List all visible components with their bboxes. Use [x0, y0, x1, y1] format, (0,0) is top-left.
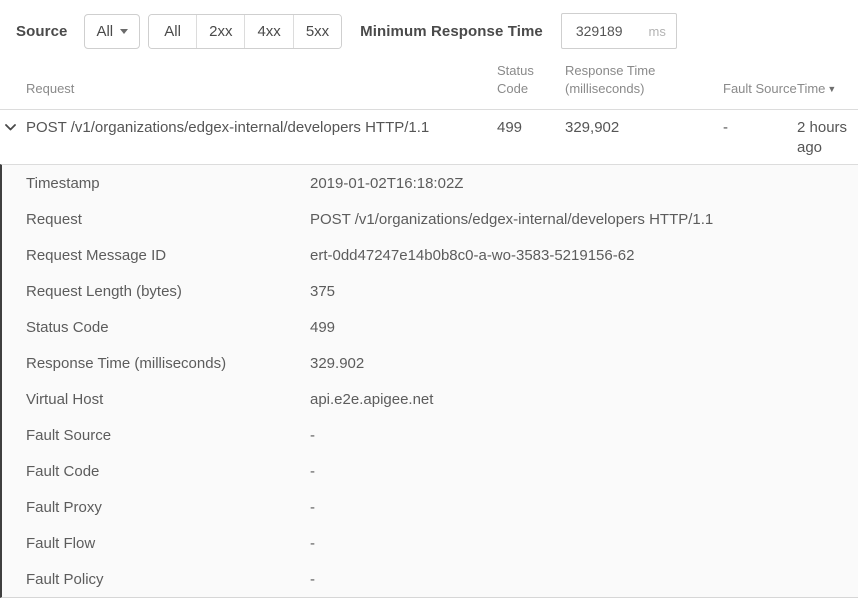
- detail-value: -: [310, 463, 858, 480]
- row-time: 2 hours ago: [797, 118, 858, 158]
- detail-value: -: [310, 535, 858, 552]
- detail-label: Timestamp: [26, 175, 310, 192]
- column-header-status-code[interactable]: Status Code: [497, 62, 565, 98]
- detail-row: Fault Code -: [2, 453, 858, 489]
- detail-value: 2019-01-02T16:18:02Z: [310, 175, 858, 192]
- detail-label: Request Message ID: [26, 247, 310, 264]
- table-header: Request Status Code Response Time (milli…: [0, 62, 858, 110]
- row-status-code: 499: [497, 118, 565, 138]
- detail-value: api.e2e.apigee.net: [310, 391, 858, 408]
- detail-value: -: [310, 571, 858, 588]
- source-label: Source: [16, 23, 67, 40]
- filter-bar: Source All All2xx4xx5xx Minimum Response…: [0, 0, 858, 62]
- detail-value: 375: [310, 283, 858, 300]
- detail-label: Fault Proxy: [26, 499, 310, 516]
- detail-section: Timestamp 2019-01-02T16:18:02Z Request P…: [0, 164, 858, 598]
- detail-row: Fault Source -: [2, 417, 858, 453]
- table-row[interactable]: POST /v1/organizations/edgex-internal/de…: [0, 110, 858, 164]
- detail-row: Fault Policy -: [2, 561, 858, 597]
- ms-unit-label: ms: [642, 24, 666, 39]
- min-response-time-label: Minimum Response Time: [360, 23, 543, 40]
- status-filter-all[interactable]: All: [149, 15, 196, 48]
- detail-value: -: [310, 499, 858, 516]
- min-response-time-field: ms: [561, 13, 677, 49]
- detail-value: 329.902: [310, 355, 858, 372]
- min-response-time-input[interactable]: [576, 23, 642, 39]
- source-dropdown-value: All: [96, 23, 113, 40]
- detail-label: Status Code: [26, 319, 310, 336]
- sort-desc-icon: ▼: [827, 84, 836, 94]
- column-header-response-time[interactable]: Response Time (milliseconds): [565, 62, 723, 98]
- detail-row: Fault Flow -: [2, 525, 858, 561]
- detail-label: Virtual Host: [26, 391, 310, 408]
- detail-label: Fault Source: [26, 427, 310, 444]
- detail-row: Request Message ID ert-0dd47247e14b0b8c0…: [2, 237, 858, 273]
- detail-row: Request Length (bytes) 375: [2, 273, 858, 309]
- detail-label: Fault Flow: [26, 535, 310, 552]
- status-filter-4xx[interactable]: 4xx: [244, 15, 292, 48]
- column-header-fault-source[interactable]: Fault Source: [723, 80, 797, 98]
- detail-value: -: [310, 427, 858, 444]
- status-filter-group: All2xx4xx5xx: [148, 14, 342, 49]
- row-response-time: 329,902: [565, 118, 723, 138]
- detail-row: Timestamp 2019-01-02T16:18:02Z: [2, 165, 858, 201]
- chevron-down-icon[interactable]: [3, 117, 17, 137]
- detail-label: Request: [26, 211, 310, 228]
- status-filter-2xx[interactable]: 2xx: [196, 15, 244, 48]
- row-request: POST /v1/organizations/edgex-internal/de…: [26, 118, 497, 138]
- detail-value: ert-0dd47247e14b0b8c0-a-wo-3583-5219156-…: [310, 247, 858, 264]
- status-filter-5xx[interactable]: 5xx: [293, 15, 341, 48]
- caret-down-icon: [120, 29, 128, 34]
- detail-row: Virtual Host api.e2e.apigee.net: [2, 381, 858, 417]
- detail-label: Response Time (milliseconds): [26, 355, 310, 372]
- detail-label: Fault Policy: [26, 571, 310, 588]
- row-fault-source: -: [723, 118, 797, 138]
- detail-row: Response Time (milliseconds) 329.902: [2, 345, 858, 381]
- detail-row: Fault Proxy -: [2, 489, 858, 525]
- column-header-request[interactable]: Request: [26, 80, 497, 98]
- detail-value: 499: [310, 319, 858, 336]
- column-header-time[interactable]: Time▼: [797, 80, 858, 98]
- source-dropdown[interactable]: All: [84, 14, 140, 49]
- detail-label: Fault Code: [26, 463, 310, 480]
- detail-label: Request Length (bytes): [26, 283, 310, 300]
- detail-value: POST /v1/organizations/edgex-internal/de…: [310, 211, 858, 228]
- detail-row: Request POST /v1/organizations/edgex-int…: [2, 201, 858, 237]
- detail-row: Status Code 499: [2, 309, 858, 345]
